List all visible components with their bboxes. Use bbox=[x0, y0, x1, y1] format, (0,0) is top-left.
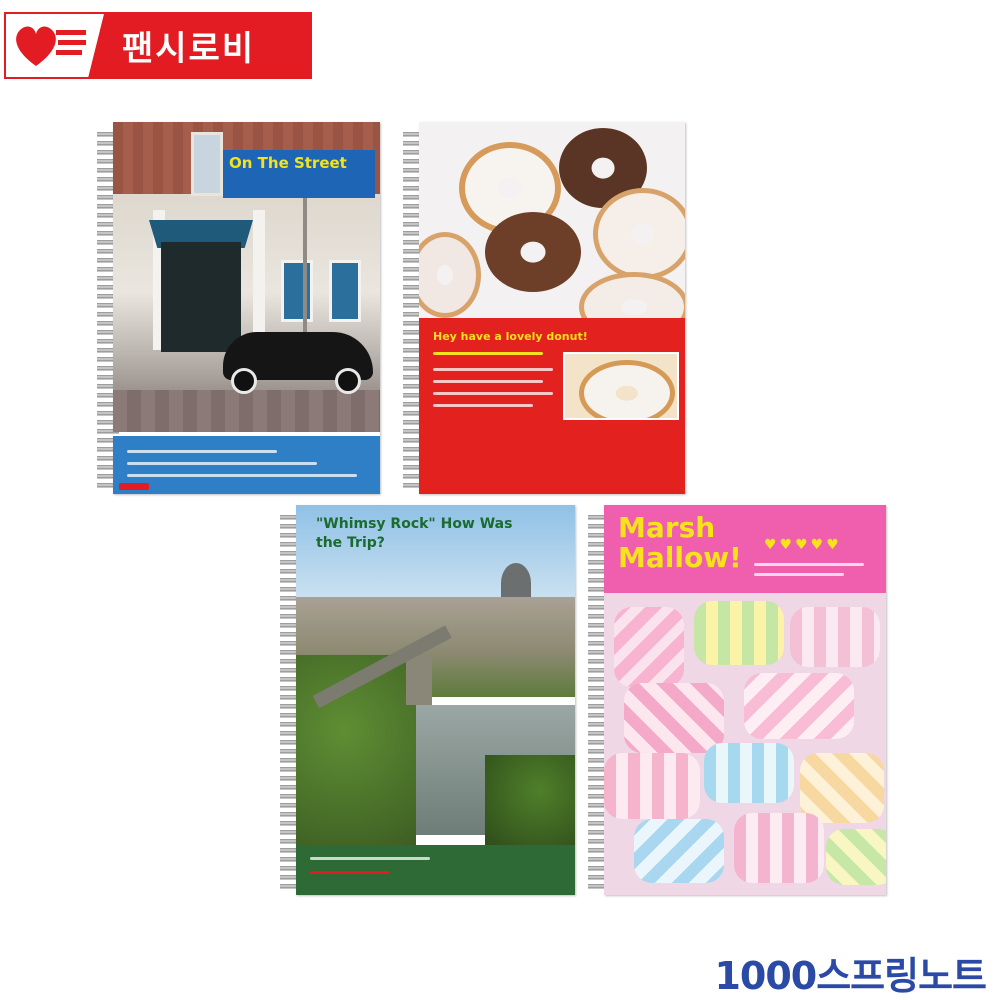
street-photo: On The Street bbox=[113, 122, 380, 432]
notebook-donut[interactable]: Hey have a lovely donut! bbox=[403, 122, 685, 494]
brand-name: 팬시로비 bbox=[122, 29, 256, 69]
notebook-cover: Hey have a lovely donut! bbox=[419, 122, 685, 494]
cover-title: On The Street bbox=[229, 154, 347, 172]
donut-inset-photo bbox=[563, 352, 679, 420]
notebook-cover: On The Street bbox=[113, 122, 380, 494]
hearts-icon: ♥♥♥♥♥ bbox=[764, 537, 842, 553]
notebook-street[interactable]: On The Street bbox=[97, 122, 380, 494]
heart-logo-icon bbox=[6, 14, 104, 77]
donut-photo bbox=[419, 122, 685, 342]
marshmallow-photo bbox=[604, 593, 886, 895]
notebook-marshmallow[interactable]: Marsh Mallow! ♥♥♥♥♥ bbox=[588, 505, 886, 895]
notebook-cover: "Whimsy Rock" How Was the Trip? bbox=[296, 505, 575, 895]
cover-title: "Whimsy Rock" How Was the Trip? bbox=[316, 516, 513, 551]
product-caption: 1000스프링노트 bbox=[714, 954, 987, 998]
cover-title: Hey have a lovely donut! bbox=[433, 330, 588, 343]
brand-logo[interactable]: 팬시로비 bbox=[4, 12, 312, 79]
cover-title: Marsh Mallow! bbox=[618, 511, 742, 574]
notebook-budapest[interactable]: "Whimsy Rock" How Was the Trip? bbox=[280, 505, 575, 895]
notebook-cover: Marsh Mallow! ♥♥♥♥♥ bbox=[604, 505, 886, 895]
